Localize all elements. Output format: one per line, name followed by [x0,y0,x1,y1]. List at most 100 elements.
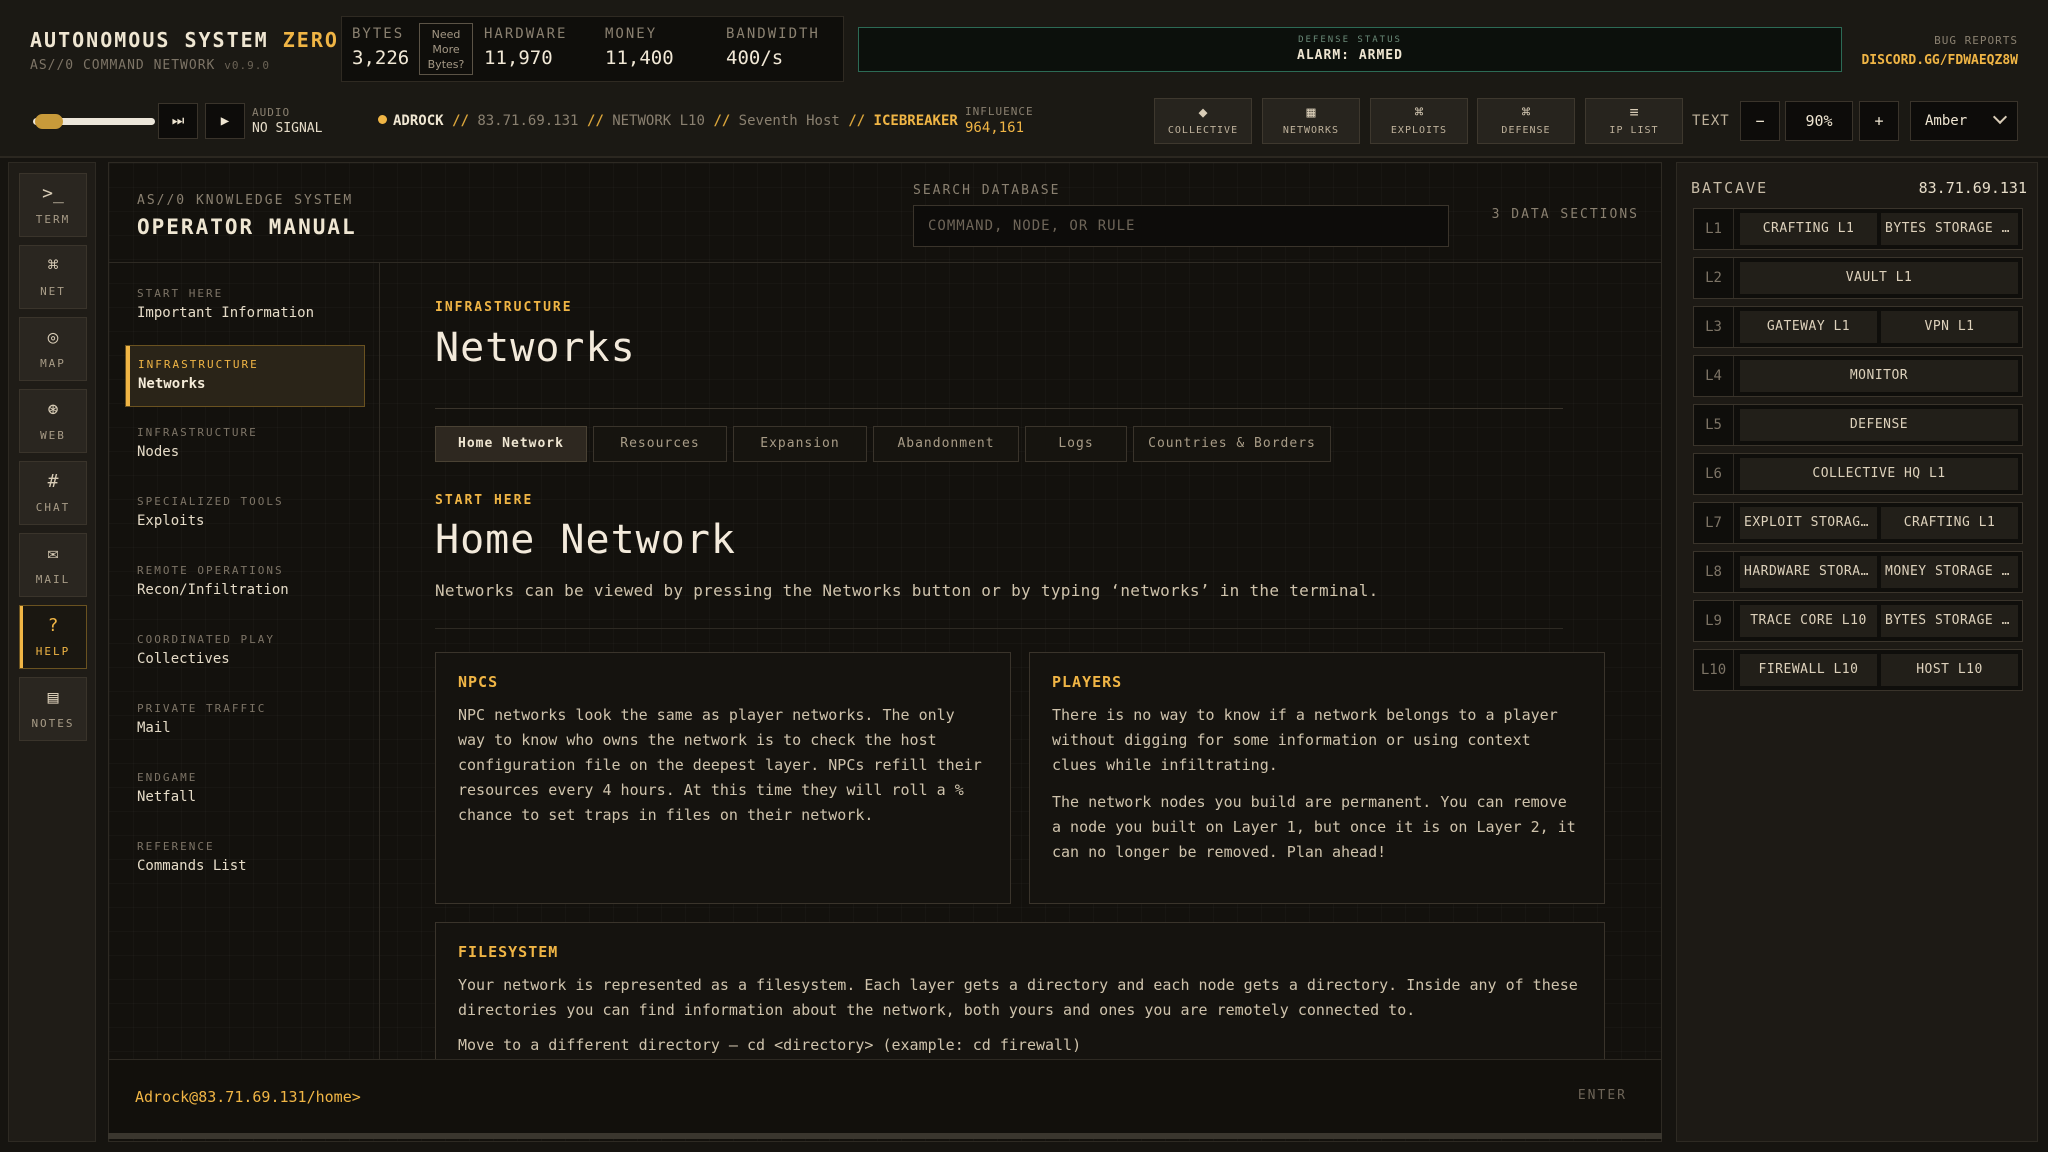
rail-chat-label: CHAT [35,501,71,514]
rail-net-label: NET [40,285,66,298]
manual-content[interactable]: INFRASTRUCTURE Networks Home Network Res… [380,263,1661,1059]
layer-row: L1 CRAFTING L1 BYTES STORAGE L1 [1693,208,2023,250]
ip-list-button[interactable]: ≡ IP LIST [1585,98,1683,144]
networks-label: NETWORKS [1282,125,1340,136]
toc-item-important-information[interactable]: START HERE Important Information [125,275,365,337]
path-ip: 83.71.69.131 [477,113,579,129]
tab-logs[interactable]: Logs [1025,426,1127,462]
node-button[interactable]: MONITOR [1740,360,2018,392]
section-kicker: INFRASTRUCTURE [435,300,573,315]
batcave-panel: BATCAVE 83.71.69.131 L1 CRAFTING L1 BYTE… [1676,162,2038,1142]
map-icon: ◎ [47,327,59,348]
volume-knob[interactable] [35,114,63,129]
rail-notes-button[interactable]: ▤ NOTES [19,677,87,741]
toc-item-recon-infiltration[interactable]: REMOTE OPERATIONS Recon/Infiltration [125,552,365,614]
layer-label: L10 [1694,650,1734,690]
node-button[interactable]: FIREWALL L10 [1740,654,1877,686]
tab-home-network[interactable]: Home Network [435,426,587,462]
bytes-value: 3,226 [352,47,410,69]
toc-category: SPECIALIZED TOOLS [137,495,284,508]
toc-name: Commands List [137,858,247,874]
volume-slider[interactable] [33,114,155,129]
players-card: PLAYERS There is no way to know if a net… [1029,652,1605,904]
text-decrease-button[interactable]: − [1740,101,1780,141]
npcs-card-title: NPCS [458,673,499,691]
enter-button[interactable]: ENTER [1578,1088,1627,1103]
rail-help-button[interactable]: ? HELP [19,605,87,669]
play-button[interactable]: ▶ [205,103,245,139]
theme-select[interactable]: Amber [1910,101,2018,141]
batcave-ip: 83.71.69.131 [1918,179,2027,197]
node-button[interactable]: DEFENSE [1740,409,2018,441]
toc-item-commands-list[interactable]: REFERENCE Commands List [125,828,365,890]
node-button[interactable]: VAULT L1 [1740,262,2018,294]
node-button[interactable]: VPN L1 [1881,311,2018,343]
toc-item-collectives[interactable]: COORDINATED PLAY Collectives [125,621,365,683]
layer-label: L5 [1694,405,1734,445]
rail-map-button[interactable]: ◎ MAP [19,317,87,381]
players-card-title: PLAYERS [1052,673,1123,691]
networks-button[interactable]: ▦ NETWORKS [1262,98,1360,144]
toc-item-netfall[interactable]: ENDGAME Netfall [125,759,365,821]
bug-reports-link[interactable]: DISCORD.GG/FDWAEQZ8W [1861,53,2018,68]
layer-row: L9 TRACE CORE L10 BYTES STORAGE L1 [1693,600,2023,642]
section-title: Networks [435,325,636,371]
toc-item-mail[interactable]: PRIVATE TRAFFIC Mail [125,690,365,752]
prompt-text[interactable]: Adrock@83.71.69.131/home> [135,1088,361,1106]
text-increase-button[interactable]: + [1859,101,1899,141]
defense-label: DEFENSE [1501,125,1551,136]
audio-status-value: NO SIGNAL [252,121,323,136]
toc-item-exploits[interactable]: SPECIALIZED TOOLS Exploits [125,483,365,545]
tab-resources[interactable]: Resources [593,426,727,462]
defense-button[interactable]: ⌘ DEFENSE [1477,98,1575,144]
node-button[interactable]: EXPLOIT STORAGE L1 [1740,507,1877,539]
exploits-button[interactable]: ⌘ EXPLOITS [1370,98,1468,144]
rail-mail-label: MAIL [35,573,71,586]
layer-label: L9 [1694,601,1734,641]
toc-name: Mail [137,720,171,736]
need-more-bytes-button[interactable]: Need More Bytes? [419,23,473,75]
toc-item-nodes[interactable]: INFRASTRUCTURE Nodes [125,414,365,476]
layer-row: L2 VAULT L1 [1693,257,2023,299]
defense-status-panel[interactable]: DEFENSE STATUS ALARM: ARMED [858,27,1842,72]
players-card-body: The network nodes you build are permanen… [1052,793,1576,861]
horizontal-scrollbar[interactable] [108,1133,1662,1139]
collective-button[interactable]: ◆ COLLECTIVE [1154,98,1252,144]
play-icon: ▶ [220,113,230,129]
node-button[interactable]: BYTES STORAGE L1 [1881,605,2018,637]
money-label: MONEY [605,26,658,42]
search-label: SEARCH DATABASE [913,183,1061,198]
node-button[interactable]: GATEWAY L1 [1740,311,1877,343]
rail-web-button[interactable]: ⊛ WEB [19,389,87,453]
node-button[interactable]: CRAFTING L1 [1740,213,1877,245]
operator-manual: AS//0 KNOWLEDGE SYSTEM OPERATOR MANUAL S… [108,162,1662,1142]
toc-category: INFRASTRUCTURE [137,426,258,439]
terminal-prompt[interactable]: Adrock@83.71.69.131/home> ENTER [109,1059,1661,1133]
npcs-card-body: NPC networks look the same as player net… [458,706,982,824]
node-button[interactable]: HOST L10 [1881,654,2018,686]
layer-label: L2 [1694,258,1734,298]
node-button[interactable]: COLLECTIVE HQ L1 [1740,458,2018,490]
theme-select-value: Amber [1925,113,1968,129]
tab-expansion[interactable]: Expansion [733,426,867,462]
node-button[interactable]: TRACE CORE L10 [1740,605,1877,637]
rail-chat-button[interactable]: # CHAT [19,461,87,525]
left-rail: >_ TERM ⌘ NET ◎ MAP ⊛ WEB # CHAT ✉ MAIL … [8,162,96,1142]
search-input[interactable] [913,205,1449,247]
tab-abandonment[interactable]: Abandonment [873,426,1019,462]
defense-status-label: DEFENSE STATUS [1298,35,1402,45]
skip-button[interactable]: ⏭ [158,103,198,139]
node-button[interactable]: CRAFTING L1 [1881,507,2018,539]
app-subtitle: AS//0 COMMAND NETWORK v0.9.0 [30,58,339,73]
toc-item-networks[interactable]: INFRASTRUCTURE Networks [125,345,365,407]
resource-panel: BYTES 3,226 Need More Bytes? HARDWARE 11… [341,16,844,82]
rail-net-button[interactable]: ⌘ NET [19,245,87,309]
node-button[interactable]: HARDWARE STORAGE L1 [1740,556,1877,588]
tab-countries-borders[interactable]: Countries & Borders [1133,426,1331,462]
node-button[interactable]: BYTES STORAGE L1 [1881,213,2018,245]
web-icon: ⊛ [47,399,59,420]
rail-mail-button[interactable]: ✉ MAIL [19,533,87,597]
rail-term-button[interactable]: >_ TERM [19,173,87,237]
node-button[interactable]: MONEY STORAGE L1 [1881,556,2018,588]
app-subtitle-text: AS//0 COMMAND NETWORK [30,58,216,73]
